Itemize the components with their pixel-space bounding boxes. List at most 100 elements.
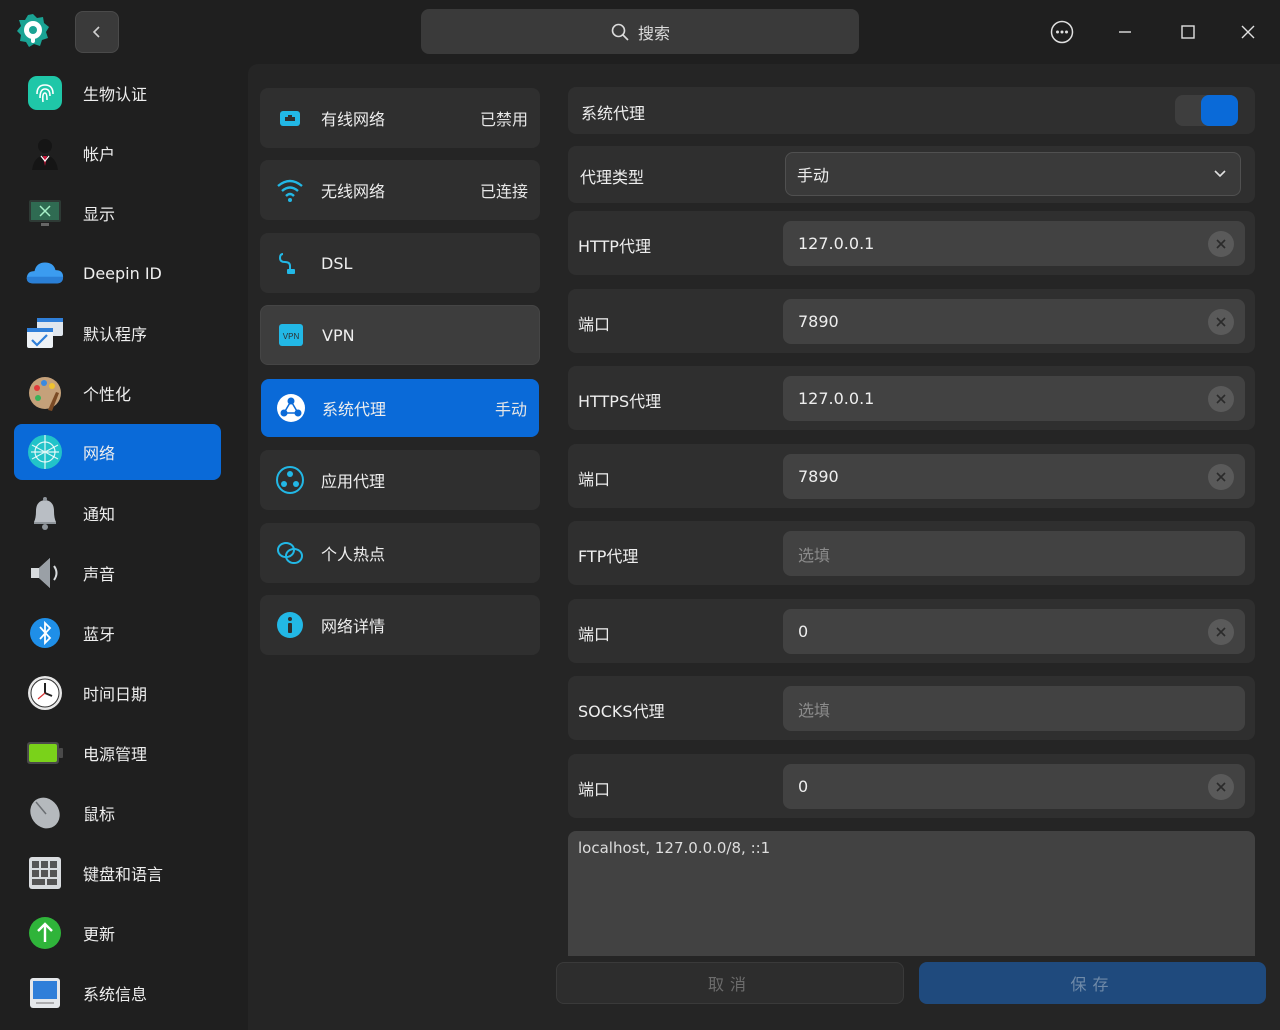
back-button[interactable] [75, 11, 119, 53]
network-item-label: 个人热点 [321, 545, 386, 564]
close-button[interactable] [1228, 12, 1268, 52]
sidebar-item-label: 更新 [83, 925, 116, 944]
http-proxy-input[interactable]: 127.0.0.1 [783, 221, 1245, 266]
https-proxy-input[interactable]: 127.0.0.1 [783, 376, 1245, 421]
ignore-hosts-textarea[interactable]: localhost, 127.0.0.0/8, ::1 [568, 831, 1255, 956]
network-item-wireless[interactable]: 无线网络 已连接 [260, 160, 540, 220]
title-bar: 搜索 [0, 0, 1280, 64]
http-proxy-value: 127.0.0.1 [798, 234, 875, 253]
bluetooth-icon [25, 613, 65, 653]
network-item-label: VPN [322, 325, 355, 345]
battery-icon [25, 733, 65, 773]
bell-icon [25, 493, 65, 533]
network-item-details[interactable]: 网络详情 [260, 595, 540, 655]
https-proxy-label: HTTPS代理 [578, 392, 662, 411]
sidebar-item-deepin-id[interactable]: Deepin ID [14, 245, 221, 301]
ftp-proxy-input[interactable]: 选填 [783, 531, 1245, 576]
proxy-type-value: 手动 [797, 166, 830, 185]
system-proxy-toggle[interactable] [1175, 95, 1238, 126]
network-item-vpn[interactable]: VPN VPN [260, 305, 540, 365]
network-item-label: 有线网络 [321, 110, 386, 129]
minimize-button[interactable] [1105, 12, 1145, 52]
sidebar-item-default-apps[interactable]: 默认程序 [14, 305, 221, 361]
sidebar-item-update[interactable]: 更新 [14, 905, 221, 961]
sidebar-item-label: 蓝牙 [83, 625, 116, 644]
system-proxy-row: 系统代理 [568, 87, 1255, 134]
clear-icon [1216, 472, 1226, 482]
network-item-status: 已连接 [479, 182, 528, 201]
ftp-port-row: 端口 0 [568, 599, 1255, 663]
clear-button[interactable] [1208, 386, 1234, 412]
http-proxy-row: HTTP代理 127.0.0.1 [568, 211, 1255, 275]
socks-proxy-placeholder: 选填 [798, 700, 831, 720]
http-port-input[interactable]: 7890 [783, 299, 1245, 344]
search-input[interactable]: 搜索 [421, 9, 859, 54]
sidebar-item-keyboard[interactable]: 键盘和语言 [14, 845, 221, 901]
ftp-port-input[interactable]: 0 [783, 609, 1245, 654]
http-port-label: 端口 [578, 315, 611, 334]
ftp-proxy-label: FTP代理 [578, 547, 639, 566]
http-port-row: 端口 7890 [568, 289, 1255, 353]
cancel-button[interactable]: 取消 [556, 962, 904, 1004]
sidebar-item-personalization[interactable]: 个性化 [14, 365, 221, 421]
socks-proxy-row: SOCKS代理 选填 [568, 676, 1255, 740]
sidebar-item-account[interactable]: 帐户 [14, 125, 221, 181]
network-item-app-proxy[interactable]: 应用代理 [260, 450, 540, 510]
socks-proxy-label: SOCKS代理 [578, 702, 665, 721]
back-icon [92, 26, 100, 38]
socks-port-input[interactable]: 0 [783, 764, 1245, 809]
network-item-label: 网络详情 [321, 617, 386, 636]
svg-text:VPN: VPN [283, 332, 300, 341]
socks-port-row: 端口 0 [568, 754, 1255, 818]
sidebar-item-power[interactable]: 电源管理 [14, 725, 221, 781]
sidebar-item-datetime[interactable]: 时间日期 [14, 665, 221, 721]
sidebar-item-biometric[interactable]: 生物认证 [14, 65, 221, 121]
default-apps-icon [25, 313, 65, 353]
clear-button[interactable] [1208, 231, 1234, 257]
keyboard-icon [25, 853, 65, 893]
clear-button[interactable] [1208, 774, 1234, 800]
clear-button[interactable] [1208, 464, 1234, 490]
more-button[interactable] [1042, 12, 1082, 52]
minimize-icon [1119, 31, 1131, 33]
sidebar-item-system-info[interactable]: 系统信息 [14, 965, 221, 1021]
speaker-icon [25, 553, 65, 593]
clear-button[interactable] [1208, 619, 1234, 645]
maximize-button[interactable] [1168, 12, 1208, 52]
sidebar-item-display[interactable]: 显示 [14, 185, 221, 241]
sidebar-item-mouse[interactable]: 鼠标 [14, 785, 221, 841]
sidebar-item-label: 网络 [83, 444, 116, 463]
https-port-input[interactable]: 7890 [783, 454, 1245, 499]
hotspot-icon [275, 538, 305, 568]
sidebar-item-network[interactable]: 网络 [14, 424, 221, 480]
system-info-icon [25, 973, 65, 1013]
sidebar-item-label: 键盘和语言 [83, 865, 164, 884]
close-icon [1241, 25, 1255, 39]
network-item-wired[interactable]: 有线网络 已禁用 [260, 88, 540, 148]
wifi-icon [275, 175, 305, 205]
http-port-value: 7890 [798, 312, 839, 331]
socks-proxy-input[interactable]: 选填 [783, 686, 1245, 731]
sidebar-item-notification[interactable]: 通知 [14, 485, 221, 541]
proxy-type-label: 代理类型 [580, 168, 645, 187]
update-icon [25, 913, 65, 953]
sidebar-item-sound[interactable]: 声音 [14, 545, 221, 601]
clear-icon [1216, 394, 1226, 404]
proxy-type-select[interactable]: 手动 [785, 152, 1241, 196]
maximize-icon [1181, 25, 1195, 39]
system-proxy-label: 系统代理 [581, 104, 646, 123]
network-item-system-proxy[interactable]: 系统代理 手动 [261, 379, 539, 437]
sidebar-item-label: 电源管理 [83, 745, 148, 764]
network-item-status: 已禁用 [479, 110, 528, 129]
sidebar-item-label: 通知 [83, 505, 116, 524]
network-item-dsl[interactable]: DSL [260, 233, 540, 293]
network-item-hotspot[interactable]: 个人热点 [260, 523, 540, 583]
save-button[interactable]: 保存 [919, 962, 1266, 1004]
sidebar-item-bluetooth[interactable]: 蓝牙 [14, 605, 221, 661]
clear-button[interactable] [1208, 309, 1234, 335]
https-proxy-value: 127.0.0.1 [798, 389, 875, 408]
sidebar-item-label: 默认程序 [83, 325, 148, 344]
sidebar-item-label: 显示 [83, 205, 116, 224]
wired-icon [275, 103, 305, 133]
toggle-knob [1201, 95, 1238, 126]
